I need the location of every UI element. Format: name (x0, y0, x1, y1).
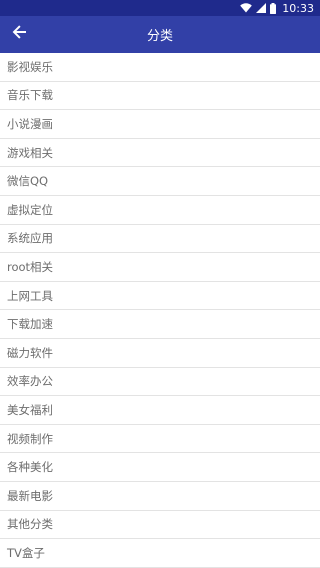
back-button[interactable] (8, 22, 32, 46)
category-label: 虚拟定位 (7, 202, 53, 217)
category-item[interactable]: 微信QQ (0, 167, 320, 196)
category-item[interactable]: 美女福利 (0, 396, 320, 425)
category-item[interactable]: 下载加速 (0, 310, 320, 339)
category-list: 影视娱乐 音乐下载 小说漫画 游戏相关 微信QQ 虚拟定位 系统应用 root相… (0, 53, 320, 568)
category-item[interactable]: 最新电影 (0, 481, 320, 511)
status-icons (240, 2, 277, 14)
status-time: 10:33 (282, 1, 314, 15)
category-label: 微信QQ (7, 174, 49, 189)
category-label: 游戏相关 (7, 145, 53, 160)
category-label: 其他分类 (7, 517, 53, 532)
category-item[interactable]: 视频制作 (0, 424, 320, 454)
category-label: TV盒子 (7, 545, 45, 560)
category-label: 音乐下载 (7, 88, 53, 103)
category-label: root相关 (7, 259, 54, 274)
signal-icon (256, 3, 267, 13)
category-item[interactable]: 其他分类 (0, 510, 320, 540)
category-label: 美女福利 (7, 402, 53, 417)
category-label: 视频制作 (7, 431, 53, 446)
category-label: 效率办公 (7, 374, 53, 389)
wifi-icon (240, 3, 253, 13)
category-item[interactable]: 系统应用 (0, 224, 320, 254)
category-item[interactable]: 音乐下载 (0, 81, 320, 111)
app-bar: 分类 (0, 16, 320, 53)
arrow-left-icon (12, 24, 28, 44)
category-item[interactable]: root相关 (0, 253, 320, 282)
category-label: 上网工具 (7, 288, 53, 303)
category-item[interactable]: 影视娱乐 (0, 53, 320, 82)
category-item[interactable]: 上网工具 (0, 281, 320, 311)
category-label: 最新电影 (7, 488, 53, 503)
battery-icon (270, 2, 277, 14)
page-title: 分类 (146, 29, 173, 44)
status-bar: 10:33 (0, 0, 320, 16)
category-label: 系统应用 (7, 231, 53, 246)
category-label: 影视娱乐 (7, 59, 53, 74)
category-item[interactable]: 各种美化 (0, 453, 320, 482)
category-label: 磁力软件 (7, 345, 53, 360)
category-item[interactable]: 效率办公 (0, 367, 320, 397)
category-item[interactable]: 游戏相关 (0, 138, 320, 168)
category-label: 各种美化 (7, 460, 53, 475)
category-item[interactable]: 磁力软件 (0, 338, 320, 368)
category-item[interactable]: 虚拟定位 (0, 195, 320, 225)
category-label: 下载加速 (7, 317, 53, 332)
category-label: 小说漫画 (7, 116, 53, 131)
category-item[interactable]: TV盒子 (0, 539, 320, 568)
category-item[interactable]: 小说漫画 (0, 110, 320, 139)
